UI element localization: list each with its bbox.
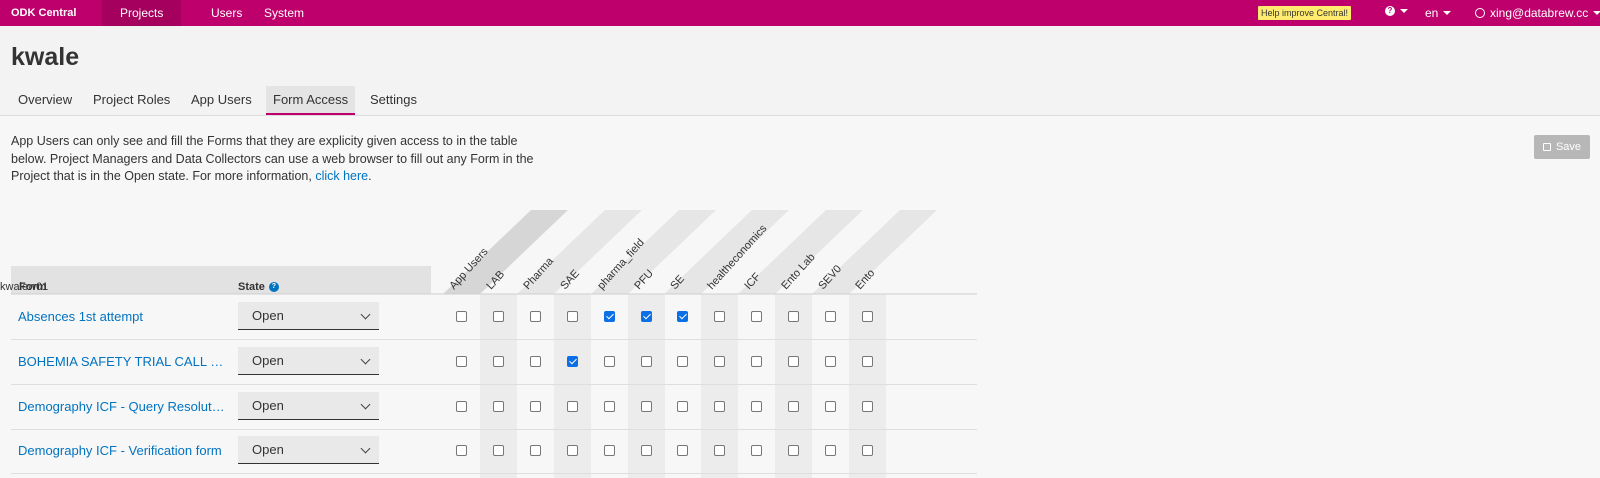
row-divider — [11, 429, 977, 430]
access-checkbox[interactable] — [751, 401, 762, 412]
access-checkbox[interactable] — [604, 401, 615, 412]
access-checkbox[interactable] — [641, 445, 652, 456]
access-checkbox[interactable] — [677, 311, 688, 322]
access-checkbox[interactable] — [862, 445, 873, 456]
access-checkbox[interactable] — [604, 356, 615, 367]
form-state-select[interactable]: Open — [238, 392, 379, 420]
access-checkbox[interactable] — [530, 356, 541, 367]
form-state-select[interactable]: Open — [238, 347, 379, 375]
access-checkbox[interactable] — [641, 401, 652, 412]
column-header-state: State ? — [238, 281, 279, 293]
access-checkbox[interactable] — [825, 311, 836, 322]
row-divider — [11, 384, 977, 385]
access-checkbox[interactable] — [677, 356, 688, 367]
form-state-select[interactable]: Open — [238, 302, 379, 330]
access-checkbox[interactable] — [677, 445, 688, 456]
access-checkbox[interactable] — [825, 401, 836, 412]
access-checkbox[interactable] — [456, 356, 467, 367]
access-checkbox[interactable] — [751, 356, 762, 367]
access-checkbox[interactable] — [862, 356, 873, 367]
access-checkbox[interactable] — [714, 445, 725, 456]
access-checkbox[interactable] — [530, 401, 541, 412]
access-checkbox[interactable] — [493, 401, 504, 412]
access-checkbox[interactable] — [567, 445, 578, 456]
form-state-select[interactable]: Open — [238, 436, 379, 464]
access-checkbox[interactable] — [714, 401, 725, 412]
form-name-link[interactable]: BOHEMIA SAFETY TRIAL CALL LOG — [18, 354, 225, 369]
state-value: Open — [252, 308, 284, 323]
chevron-down-icon — [360, 399, 371, 410]
access-checkbox[interactable] — [788, 401, 799, 412]
access-checkbox[interactable] — [641, 356, 652, 367]
access-checkbox[interactable] — [530, 445, 541, 456]
access-checkbox[interactable] — [456, 401, 467, 412]
access-checkbox[interactable] — [567, 401, 578, 412]
access-checkbox[interactable] — [567, 356, 578, 367]
state-value: Open — [252, 398, 284, 413]
access-checkbox[interactable] — [604, 445, 615, 456]
chevron-down-icon — [360, 354, 371, 365]
state-header-label: State — [238, 281, 265, 293]
access-checkbox[interactable] — [493, 445, 504, 456]
access-checkbox[interactable] — [493, 356, 504, 367]
access-checkbox[interactable] — [604, 311, 615, 322]
access-checkbox[interactable] — [530, 311, 541, 322]
state-value: Open — [252, 442, 284, 457]
access-checkbox[interactable] — [825, 356, 836, 367]
access-checkbox[interactable] — [567, 311, 578, 322]
access-checkbox[interactable] — [641, 311, 652, 322]
chevron-down-icon — [360, 443, 371, 454]
row-divider — [11, 339, 977, 340]
access-checkbox[interactable] — [493, 311, 504, 322]
row-divider — [11, 473, 977, 474]
form-name-link[interactable]: Demography ICF - Query Resolution form — [18, 399, 225, 414]
access-checkbox[interactable] — [456, 445, 467, 456]
access-checkbox[interactable] — [788, 356, 799, 367]
access-checkbox[interactable] — [714, 311, 725, 322]
form-name-link[interactable]: Absences 1st attempt — [18, 309, 225, 324]
access-checkbox[interactable] — [788, 311, 799, 322]
column-header-form: Form — [19, 281, 47, 293]
access-checkbox[interactable] — [677, 401, 688, 412]
access-checkbox[interactable] — [788, 445, 799, 456]
access-checkbox[interactable] — [862, 401, 873, 412]
access-checkbox[interactable] — [825, 445, 836, 456]
access-checkbox[interactable] — [714, 356, 725, 367]
access-checkbox[interactable] — [456, 311, 467, 322]
state-value: Open — [252, 353, 284, 368]
access-checkbox[interactable] — [862, 311, 873, 322]
form-name-link[interactable]: Demography ICF - Verification form — [18, 443, 225, 458]
help-icon[interactable]: ? — [268, 282, 279, 292]
access-checkbox[interactable] — [751, 311, 762, 322]
chevron-down-icon — [360, 309, 371, 320]
access-checkbox[interactable] — [751, 445, 762, 456]
